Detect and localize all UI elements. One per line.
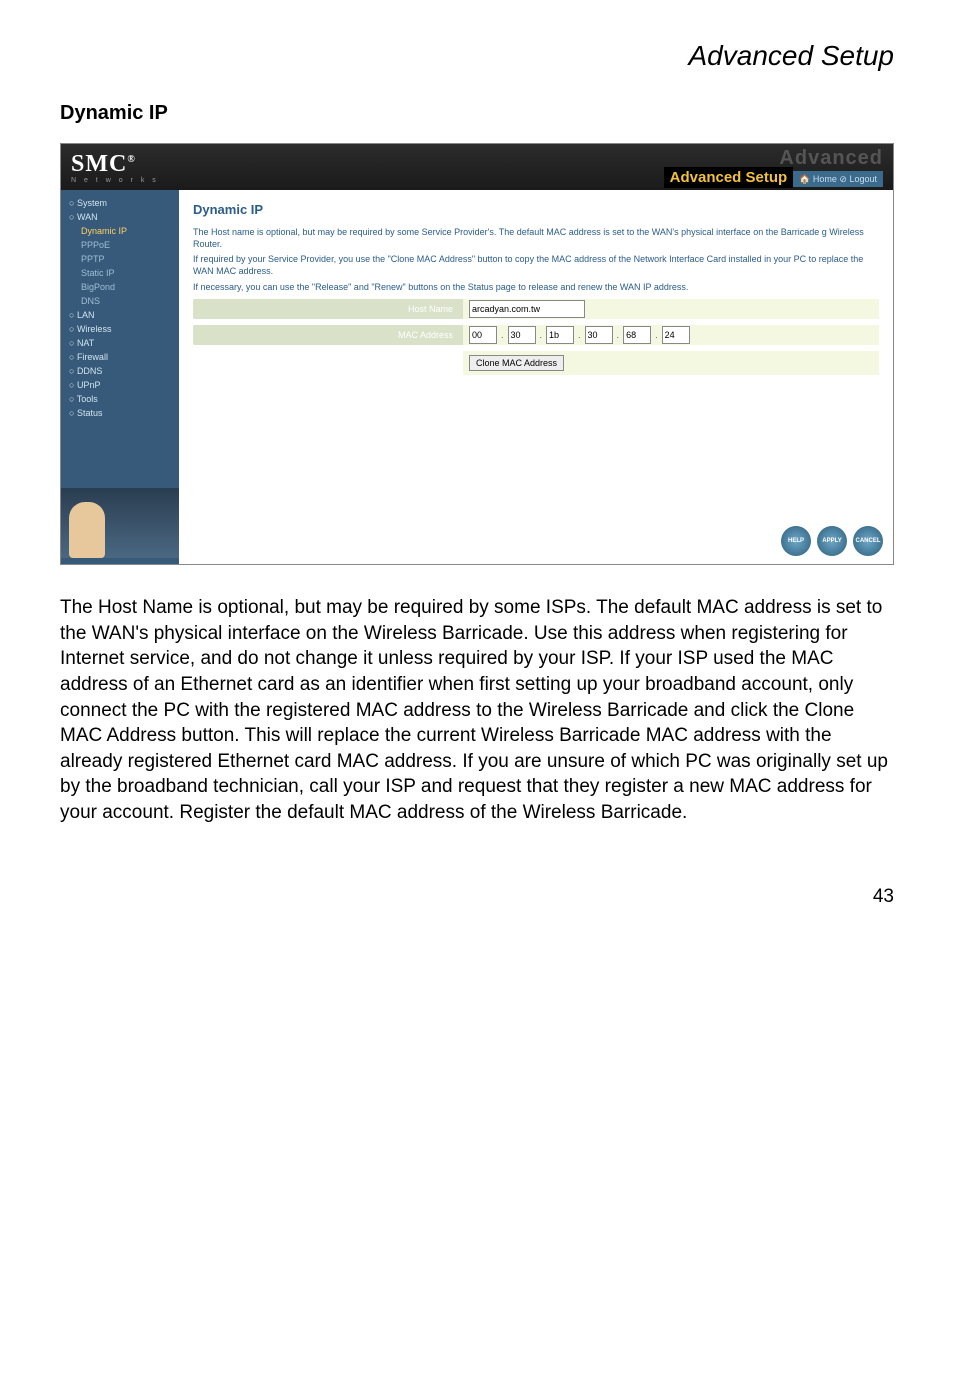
content-panel: Dynamic IP The Host name is optional, bu… xyxy=(179,190,893,564)
mac-sep: . xyxy=(578,330,581,340)
sidebar-item-upnp[interactable]: UPnP xyxy=(61,378,179,392)
footer-icons: HELP APPLY CANCEL xyxy=(781,526,883,556)
mac-row: MAC Address . . . . . xyxy=(193,325,879,345)
apply-button[interactable]: APPLY xyxy=(817,526,847,556)
mac-sep: . xyxy=(655,330,658,340)
mac-octet-3[interactable] xyxy=(585,326,613,344)
sidebar-item-pptp[interactable]: PPTP xyxy=(61,252,179,266)
cancel-button[interactable]: CANCEL xyxy=(853,526,883,556)
home-link[interactable]: Home xyxy=(813,174,837,184)
content-para-3: If necessary, you can use the "Release" … xyxy=(193,282,879,294)
mac-octet-5[interactable] xyxy=(662,326,690,344)
hostname-row: Host Name xyxy=(193,299,879,319)
mac-sep: . xyxy=(617,330,620,340)
sidebar-item-wan[interactable]: WAN xyxy=(61,210,179,224)
sidebar: SystemWANDynamic IPPPPoEPPTPStatic IPBig… xyxy=(61,190,179,564)
logo-subtext: N e t w o r k s xyxy=(71,178,159,183)
sidebar-item-wireless[interactable]: Wireless xyxy=(61,322,179,336)
mac-label: MAC Address xyxy=(193,325,463,345)
sidebar-item-static-ip[interactable]: Static IP xyxy=(61,266,179,280)
content-title: Dynamic IP xyxy=(193,202,879,217)
sidebar-item-system[interactable]: System xyxy=(61,196,179,210)
mac-octet-4[interactable] xyxy=(623,326,651,344)
clone-mac-button[interactable]: Clone MAC Address xyxy=(469,355,564,371)
sidebar-item-pppoe[interactable]: PPPoE xyxy=(61,238,179,252)
hostname-input[interactable] xyxy=(469,300,585,318)
mac-sep: . xyxy=(501,330,504,340)
header-links: 🏠 Home ⊘ Logout xyxy=(793,171,883,187)
screenshot-header: SMC® N e t w o r k s Advanced Advanced S… xyxy=(61,144,893,190)
sidebar-item-lan[interactable]: LAN xyxy=(61,308,179,322)
brand-setup-label: Advanced Setup xyxy=(664,167,794,188)
clone-button-row: Clone MAC Address xyxy=(463,351,879,375)
logout-link[interactable]: Logout xyxy=(849,174,877,184)
sidebar-item-dynamic-ip[interactable]: Dynamic IP xyxy=(61,224,179,238)
brand-word: Advanced xyxy=(664,148,883,168)
smc-logo: SMC® xyxy=(71,151,136,177)
content-para-1: The Host name is optional, but may be re… xyxy=(193,227,879,250)
sidebar-item-ddns[interactable]: DDNS xyxy=(61,364,179,378)
sidebar-item-tools[interactable]: Tools xyxy=(61,392,179,406)
mac-sep: . xyxy=(540,330,543,340)
brand-right: Advanced Advanced Setup🏠 Home ⊘ Logout xyxy=(664,148,883,186)
logo-reg: ® xyxy=(127,154,135,165)
logo-block: SMC® N e t w o r k s xyxy=(71,151,159,183)
sidebar-item-nat[interactable]: NAT xyxy=(61,336,179,350)
page-number: 43 xyxy=(60,886,894,908)
sidebar-figure xyxy=(61,488,179,558)
section-title: Dynamic IP xyxy=(60,102,894,125)
sidebar-item-firewall[interactable]: Firewall xyxy=(61,350,179,364)
mac-octet-1[interactable] xyxy=(508,326,536,344)
body-paragraph: The Host Name is optional, but may be re… xyxy=(60,595,894,826)
sidebar-item-dns[interactable]: DNS xyxy=(61,294,179,308)
sidebar-item-bigpond[interactable]: BigPond xyxy=(61,280,179,294)
hostname-label: Host Name xyxy=(193,299,463,319)
logo-text: SMC xyxy=(71,151,127,177)
sidebar-item-status[interactable]: Status xyxy=(61,406,179,420)
mac-octet-2[interactable] xyxy=(546,326,574,344)
mac-octet-0[interactable] xyxy=(469,326,497,344)
content-para-2: If required by your Service Provider, yo… xyxy=(193,254,879,277)
screenshot-body: SystemWANDynamic IPPPPoEPPTPStatic IPBig… xyxy=(61,190,893,564)
help-button[interactable]: HELP xyxy=(781,526,811,556)
router-admin-screenshot: SMC® N e t w o r k s Advanced Advanced S… xyxy=(60,143,894,565)
page-header: Advanced Setup xyxy=(60,40,894,72)
